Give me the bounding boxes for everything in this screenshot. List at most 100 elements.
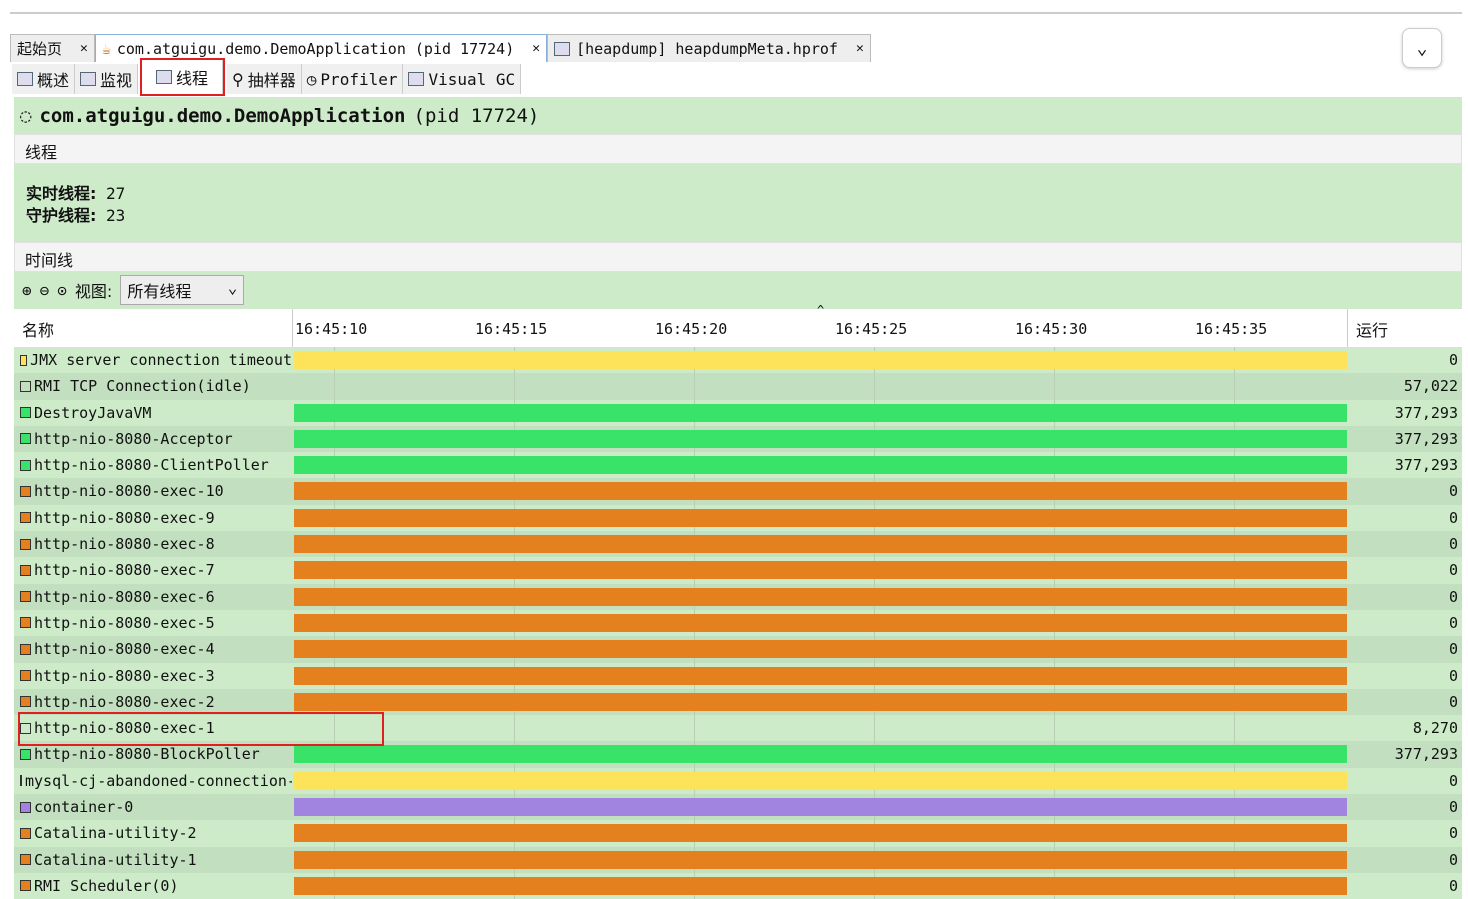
thread-name: http-nio-8080-BlockPoller	[20, 745, 292, 763]
thread-row[interactable]: http-nio-8080-exec-4 0	[14, 636, 1462, 663]
running-time: 0	[1448, 482, 1458, 501]
tab-start-page[interactable]: 起始页 ✕	[10, 34, 95, 62]
thread-name-text: http-nio-8080-exec-3	[34, 666, 215, 685]
threads-icon	[156, 70, 173, 84]
running-column-header[interactable]: 运行	[1347, 309, 1396, 347]
time-tick: 16:45:25	[835, 320, 908, 338]
thread-name-text: container-0	[34, 798, 134, 817]
thread-row[interactable]: RMI Scheduler(0) 0	[14, 872, 1462, 899]
thread-row[interactable]: Catalina-utility-2 0	[14, 820, 1462, 847]
thread-state-bar	[294, 482, 1347, 501]
state-swatch-icon	[20, 670, 31, 682]
thread-row[interactable]: Catalina-utility-1 0	[14, 846, 1462, 873]
thread-name: http-nio-8080-exec-8	[20, 535, 292, 553]
tab-threads[interactable]: 线程	[140, 58, 226, 96]
tab-heapdump[interactable]: [heapdump] heapdumpMeta.hprof ✕	[547, 34, 871, 62]
thread-row[interactable]: JMX server connection timeout 0	[14, 347, 1462, 374]
thread-name: http-nio-8080-exec-9	[20, 509, 292, 527]
running-time: 0	[1448, 771, 1458, 790]
zoom-out-icon[interactable]: ⊖	[40, 281, 50, 300]
thread-state-bar	[294, 745, 1347, 764]
state-swatch-icon	[20, 801, 31, 813]
running-time: 0	[1448, 535, 1458, 554]
view-select[interactable]: 所有线程 ⌄	[120, 275, 245, 305]
chevron-down-icon: ⌄	[1416, 37, 1428, 59]
tab-profiler[interactable]: ◷ Profiler	[301, 64, 404, 94]
thread-name: mysql-cj-abandoned-connection-cleanup	[20, 772, 292, 790]
running-time: 0	[1448, 561, 1458, 580]
thread-name: http-nio-8080-Acceptor	[20, 430, 292, 448]
timeline-header: 名称 16:45:10 16:45:15 16:45:20 ^ 16:45:25…	[14, 303, 1462, 347]
timeline-toolbar: ⊕ ⊖ ⊙ 视图: 所有线程 ⌄	[22, 275, 245, 305]
tab-visual-gc[interactable]: Visual GC	[403, 64, 522, 94]
close-icon[interactable]: ✕	[532, 41, 540, 56]
thread-name-text: RMI Scheduler(0)	[34, 876, 179, 895]
tab-label: 线程	[176, 69, 209, 88]
time-tick: 16:45:20	[655, 320, 728, 338]
thread-name-text: http-nio-8080-exec-4	[34, 640, 215, 659]
timeline-section-header: 时间线	[14, 242, 1462, 272]
thread-row[interactable]: http-nio-8080-exec-8 0	[14, 531, 1462, 558]
tabs-dropdown-button[interactable]: ⌄	[1402, 28, 1442, 68]
thread-name-text: Catalina-utility-2	[34, 824, 197, 843]
grid-line	[514, 715, 515, 742]
threads-section-header: 线程	[14, 134, 1462, 164]
thread-name: Catalina-utility-2	[20, 824, 292, 842]
column-divider[interactable]	[292, 309, 293, 347]
time-tick: 16:45:15	[475, 320, 548, 338]
tab-overview[interactable]: 概述	[12, 64, 76, 94]
thread-name: JMX server connection timeout	[20, 351, 292, 369]
tab-label: 概述	[37, 71, 70, 90]
thread-row[interactable]: http-nio-8080-exec-3 0	[14, 662, 1462, 689]
tab-label: [heapdump] heapdumpMeta.hprof	[576, 39, 838, 58]
tab-sampler[interactable]: ⚲ 抽样器	[227, 64, 302, 94]
thread-name: http-nio-8080-exec-5	[20, 614, 292, 632]
close-icon[interactable]: ✕	[856, 41, 864, 56]
running-time: 377,293	[1394, 403, 1458, 422]
thread-row[interactable]: http-nio-8080-Acceptor 377,293	[14, 425, 1462, 453]
document-tabs: 起始页 ✕ ☕ com.atguigu.demo.DemoApplication (…	[10, 34, 871, 62]
thread-name-text: http-nio-8080-exec-5	[34, 613, 215, 632]
daemon-threads-value: 23	[106, 206, 126, 225]
running-time: 0	[1448, 876, 1458, 895]
running-time: 0	[1448, 587, 1458, 606]
thread-state-bar	[294, 771, 1347, 790]
tab-label: Profiler	[320, 69, 398, 89]
sampler-icon: ⚲	[232, 69, 244, 89]
state-swatch-icon	[20, 380, 31, 392]
tab-monitor[interactable]: 监视	[75, 64, 139, 94]
state-swatch-icon	[20, 696, 31, 708]
thread-state-bar	[294, 640, 1347, 659]
highlight-box	[18, 712, 384, 746]
state-swatch-icon	[20, 854, 31, 866]
time-tick: 16:45:30	[1015, 320, 1088, 338]
thread-row[interactable]: http-nio-8080-ClientPoller 377,293	[14, 452, 1462, 479]
thread-row[interactable]: http-nio-8080-exec-9 0	[14, 504, 1462, 532]
thread-state-bar	[294, 456, 1347, 475]
state-swatch-icon	[20, 354, 28, 366]
thread-row[interactable]: DestroyJavaVM 377,293	[14, 399, 1462, 426]
thread-row[interactable]: container-0 0	[14, 794, 1462, 821]
thread-row[interactable]: RMI TCP Connection(idle) 57,022	[14, 373, 1462, 400]
thread-row[interactable]: http-nio-8080-exec-10 0	[14, 478, 1462, 505]
thread-row[interactable]: http-nio-8080-exec-6 0	[14, 583, 1462, 610]
zoom-in-icon[interactable]: ⊕	[22, 281, 32, 300]
thread-state-bar	[294, 535, 1347, 554]
thread-state-bar	[294, 403, 1347, 422]
state-swatch-icon	[20, 880, 31, 892]
tab-application[interactable]: ☕ com.atguigu.demo.DemoApplication (pid 1…	[94, 34, 548, 62]
thread-row[interactable]: http-nio-8080-exec-5 0	[14, 609, 1462, 637]
thread-row[interactable]: mysql-cj-abandoned-connection-cleanup 0	[14, 767, 1462, 795]
close-icon[interactable]: ✕	[80, 41, 88, 56]
name-column-header[interactable]: 名称	[22, 317, 54, 341]
thread-row[interactable]: http-nio-8080-exec-7 0	[14, 557, 1462, 584]
thread-name-text: http-nio-8080-Acceptor	[34, 429, 233, 448]
running-time: 8,270	[1412, 719, 1458, 738]
thread-state-bar	[294, 587, 1347, 606]
view-label: 视图:	[74, 282, 113, 301]
thread-name: RMI TCP Connection(idle)	[20, 377, 292, 395]
running-time: 377,293	[1394, 456, 1458, 475]
zoom-fit-icon[interactable]: ⊙	[57, 281, 67, 300]
app-name: com.atguigu.demo.DemoApplication	[39, 105, 406, 127]
state-swatch-icon	[20, 617, 31, 629]
